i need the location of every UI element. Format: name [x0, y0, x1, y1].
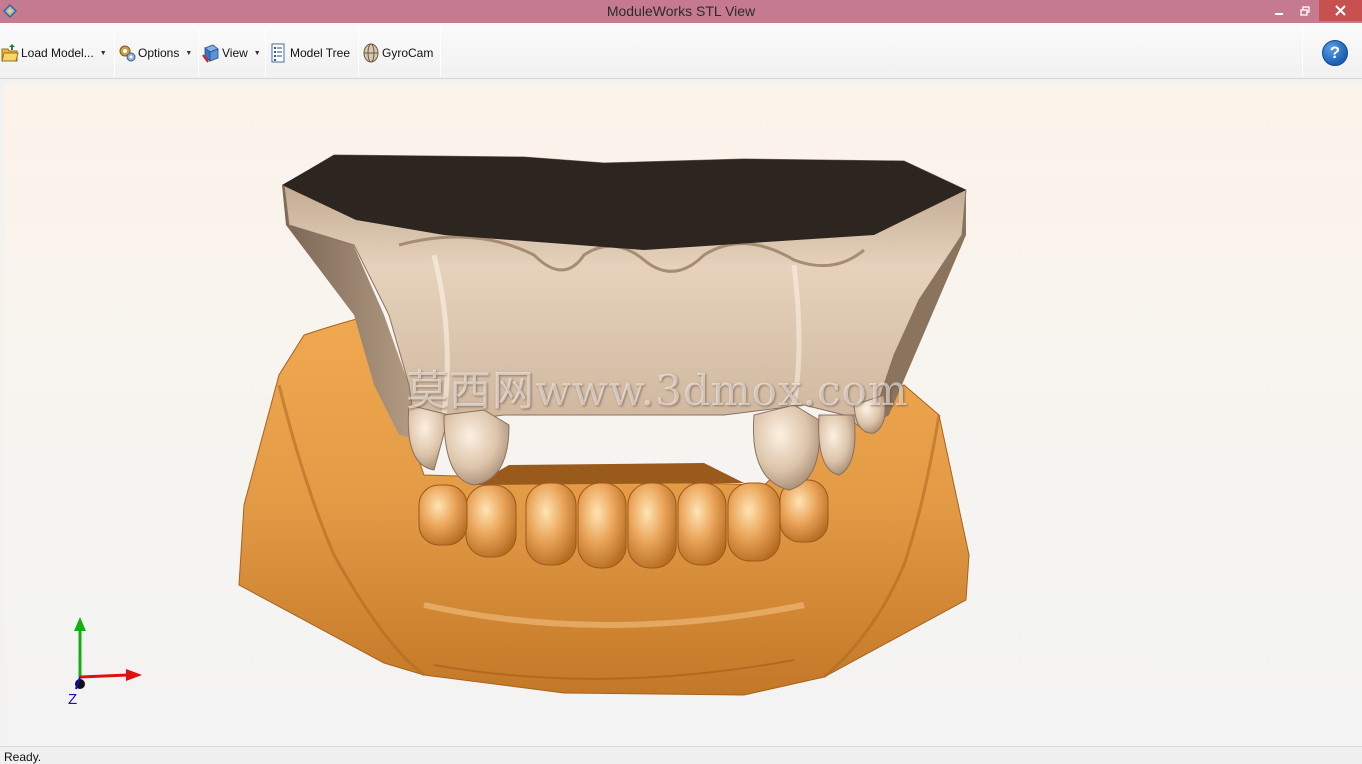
load-model-button[interactable]: Load Model... ▼: [1, 29, 107, 77]
toolbar: Load Model... ▼ Options ▼ View ▼ Model T…: [0, 23, 1362, 79]
tree-list-icon: [271, 43, 285, 63]
restore-icon: [1300, 5, 1310, 16]
axis-triad: Z: [68, 617, 142, 708]
options-button[interactable]: Options ▼: [118, 29, 192, 77]
x-axis-arrow: [126, 669, 142, 681]
toolbar-separator: [265, 27, 266, 77]
minimize-button[interactable]: [1266, 0, 1292, 21]
status-text: Ready.: [4, 750, 42, 764]
status-bar: Ready.: [0, 746, 1362, 764]
options-label: Options: [138, 46, 180, 60]
chevron-down-icon[interactable]: ▼: [185, 50, 192, 57]
load-model-label: Load Model...: [21, 46, 94, 60]
help-icon: ?: [1329, 43, 1341, 62]
close-button[interactable]: [1319, 0, 1362, 21]
minimize-icon: [1275, 12, 1283, 15]
model-tree-label: Model Tree: [290, 46, 351, 60]
toolbar-separator: [114, 27, 115, 77]
3d-viewport[interactable]: 莫西网www.3dmox.com Z: [4, 85, 1362, 746]
toolbar-separator: [440, 27, 441, 77]
gyrocam-icon: [363, 43, 379, 63]
toolbar-separator: [198, 27, 199, 77]
watermark-text: 莫西网www.3dmox.com: [406, 366, 909, 415]
folder-open-icon: [1, 44, 19, 62]
gyrocam-button[interactable]: GyroCam: [362, 29, 433, 77]
x-axis-line: [79, 673, 129, 679]
title-bar: ModuleWorks STL View: [0, 0, 1362, 23]
view-label: View: [222, 46, 248, 60]
close-icon: [1335, 5, 1346, 16]
toolbar-separator: [358, 27, 359, 77]
view-button[interactable]: View ▼: [202, 29, 261, 77]
restore-button[interactable]: [1292, 0, 1318, 21]
z-axis-label: Z: [68, 691, 77, 708]
help-button[interactable]: ?: [1322, 40, 1348, 66]
window-title: ModuleWorks STL View: [606, 3, 756, 19]
gears-icon: [119, 45, 136, 62]
cube-view-icon: [202, 44, 219, 63]
y-axis-arrow: [74, 617, 86, 631]
chevron-down-icon[interactable]: ▼: [100, 50, 107, 57]
toolbar-separator: [1302, 27, 1303, 77]
model-tree-button[interactable]: Model Tree: [270, 29, 350, 77]
chevron-down-icon[interactable]: ▼: [254, 50, 261, 57]
gyrocam-label: GyroCam: [382, 46, 434, 60]
